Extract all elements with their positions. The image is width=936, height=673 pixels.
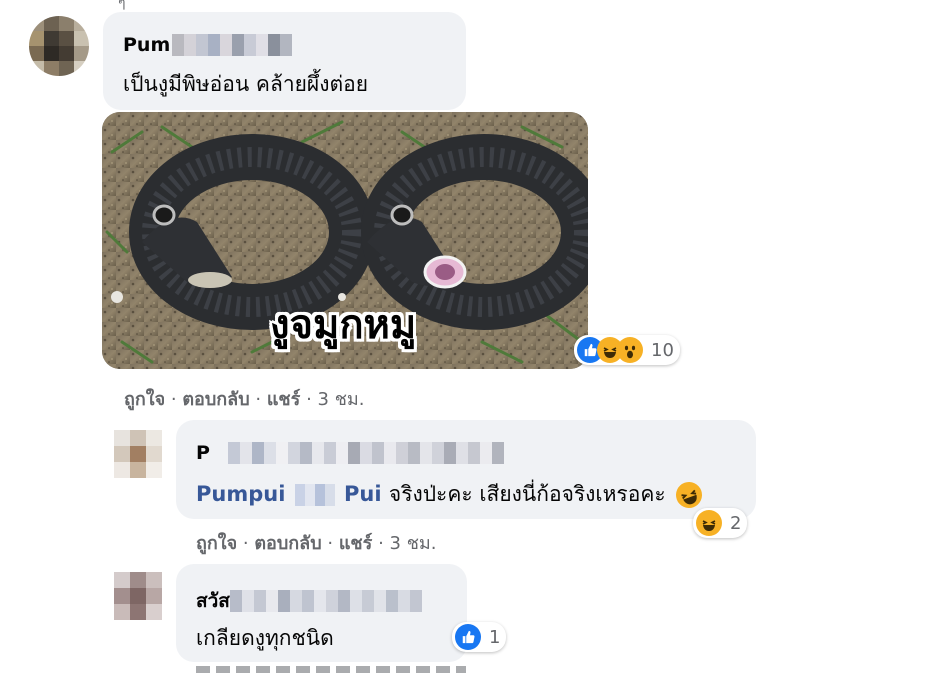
comment-author[interactable]: Pum (123, 34, 170, 56)
reply-text: จริงป่ะคะ เสียงนี่ก้อจริงเหรอคะ (388, 482, 666, 506)
reply-actions: ถูกใจ · ตอบกลับ · แชร์ · 3 ชม. (196, 533, 437, 554)
avatar[interactable] (29, 16, 89, 76)
reaction-count: 2 (730, 512, 742, 534)
like-icon (455, 624, 481, 650)
reply-bubble: P Pumpui Pui จริงป่ะคะ เสียงนี่ก้อจริงเห… (176, 420, 756, 519)
tagged-user[interactable]: Pumpui Pui (196, 482, 389, 506)
redacted-name (229, 590, 422, 612)
share-link[interactable]: แชร์ (267, 389, 301, 410)
wow-icon (617, 337, 643, 363)
reply-text-line: Pumpui Pui จริงป่ะคะ เสียงนี่ก้อจริงเหรอ… (196, 478, 707, 512)
haha-icon (696, 510, 722, 536)
reply-bubble: สวัส เกลียดงูทุกชนิด (176, 564, 467, 662)
rofl-emoji-icon (672, 478, 707, 512)
reply-link[interactable]: ตอบกลับ (254, 533, 321, 554)
reply-link[interactable]: ตอบกลับ (182, 389, 249, 410)
reaction-summary[interactable]: 1 (452, 622, 507, 652)
reaction-summary[interactable]: 2 (693, 508, 748, 538)
comment-actions: ถูกใจ · ตอบกลับ · แชร์ · 3 ชม. (124, 389, 365, 410)
cutoff-text: ๆ (118, 0, 126, 11)
redacted-name (172, 34, 293, 56)
avatar[interactable] (114, 430, 162, 478)
comment-image[interactable]: งูจมูกหมู (102, 112, 588, 369)
share-link[interactable]: แชร์ (339, 533, 373, 554)
image-caption: งูจมูกหมู (270, 302, 417, 348)
comment-text: เป็นงูมีพิษอ่อน คล้ายผึ้งต่อย (123, 72, 369, 96)
redacted-name (227, 442, 504, 464)
reaction-count: 1 (489, 626, 501, 648)
cutoff-actions (196, 666, 466, 673)
reply-author[interactable]: P (196, 442, 210, 464)
redacted-tag (294, 484, 335, 506)
reply-author[interactable]: สวัส (196, 586, 230, 616)
comment-bubble: Pum เป็นงูมีพิษอ่อน คล้ายผึ้งต่อย (103, 12, 466, 110)
reaction-summary[interactable]: 10 (574, 335, 680, 365)
reaction-count: 10 (651, 339, 674, 361)
timestamp[interactable]: 3 ชม. (390, 533, 437, 554)
like-link[interactable]: ถูกใจ (196, 533, 237, 554)
avatar[interactable] (114, 572, 162, 620)
like-link[interactable]: ถูกใจ (124, 389, 165, 410)
timestamp[interactable]: 3 ชม. (318, 389, 365, 410)
reply-text: เกลียดงูทุกชนิด (196, 626, 334, 650)
